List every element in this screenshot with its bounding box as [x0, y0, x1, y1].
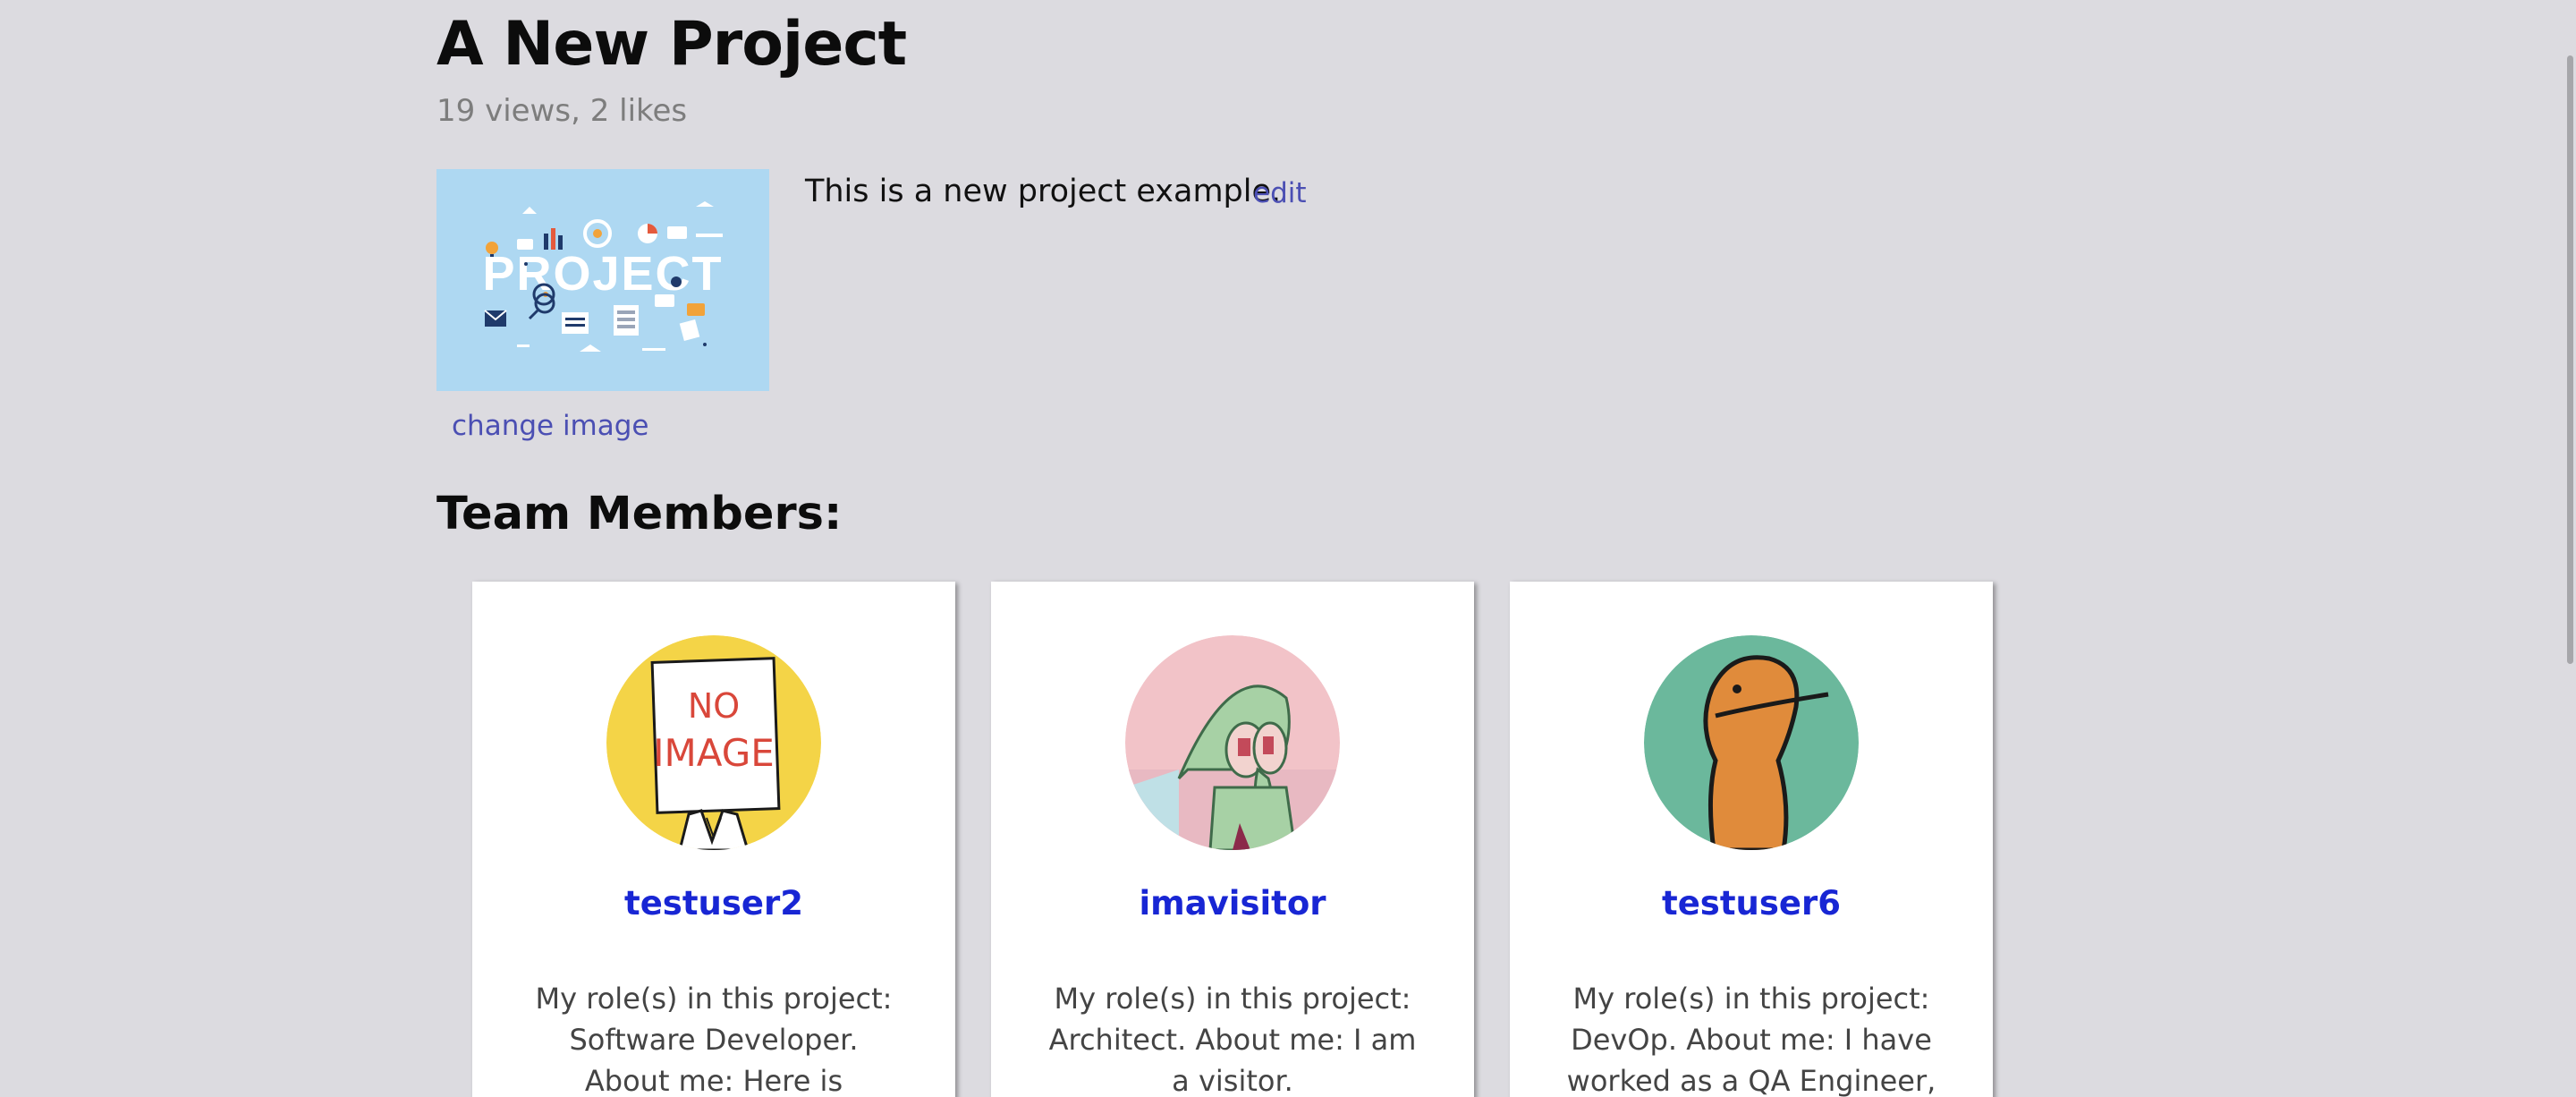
project-stats: 19 views, 2 likes — [436, 93, 688, 129]
project-image-word: PROJECT — [482, 247, 723, 301]
member-bio: My role(s) in this project: Software Dev… — [535, 982, 893, 1097]
squidward-avatar-icon — [1125, 635, 1340, 850]
scrollbar-thumb[interactable] — [2567, 55, 2573, 664]
avatar — [1644, 635, 1859, 850]
member-username[interactable]: imavisitor — [991, 884, 1474, 923]
project-description: This is a new project example. — [805, 174, 1282, 209]
avatar: NO IMAGE — [606, 635, 821, 850]
team-member-card: testuser6 My role(s) in this project: De… — [1510, 582, 1993, 1097]
member-bio: My role(s) in this project: DevOp. About… — [1566, 982, 1936, 1097]
change-image-link[interactable]: change image — [452, 410, 649, 442]
no-image-avatar-icon: NO IMAGE — [606, 635, 821, 850]
project-image: PROJECT — [436, 169, 769, 391]
no-image-line1: NO — [688, 686, 740, 726]
orange-creature-avatar-icon — [1644, 635, 1859, 850]
vertical-scrollbar[interactable] — [2563, 0, 2576, 1097]
team-members-heading: Team Members: — [436, 488, 843, 540]
edit-description-link[interactable]: edit — [1253, 177, 1307, 209]
page: A New Project 19 views, 2 likes PROJECT … — [0, 0, 2576, 1097]
team-member-card: NO IMAGE testuser2 My role(s) in this pr… — [472, 582, 955, 1097]
project-illustration: PROJECT — [436, 169, 769, 391]
project-title: A New Project — [436, 9, 907, 80]
member-username[interactable]: testuser6 — [1510, 884, 1993, 923]
no-image-line2: IMAGE — [653, 731, 775, 775]
avatar — [1125, 635, 1340, 850]
member-bio: My role(s) in this project: Architect. A… — [1048, 982, 1417, 1097]
member-username[interactable]: testuser2 — [472, 884, 955, 923]
team-member-card: imavisitor My role(s) in this project: A… — [991, 582, 1474, 1097]
